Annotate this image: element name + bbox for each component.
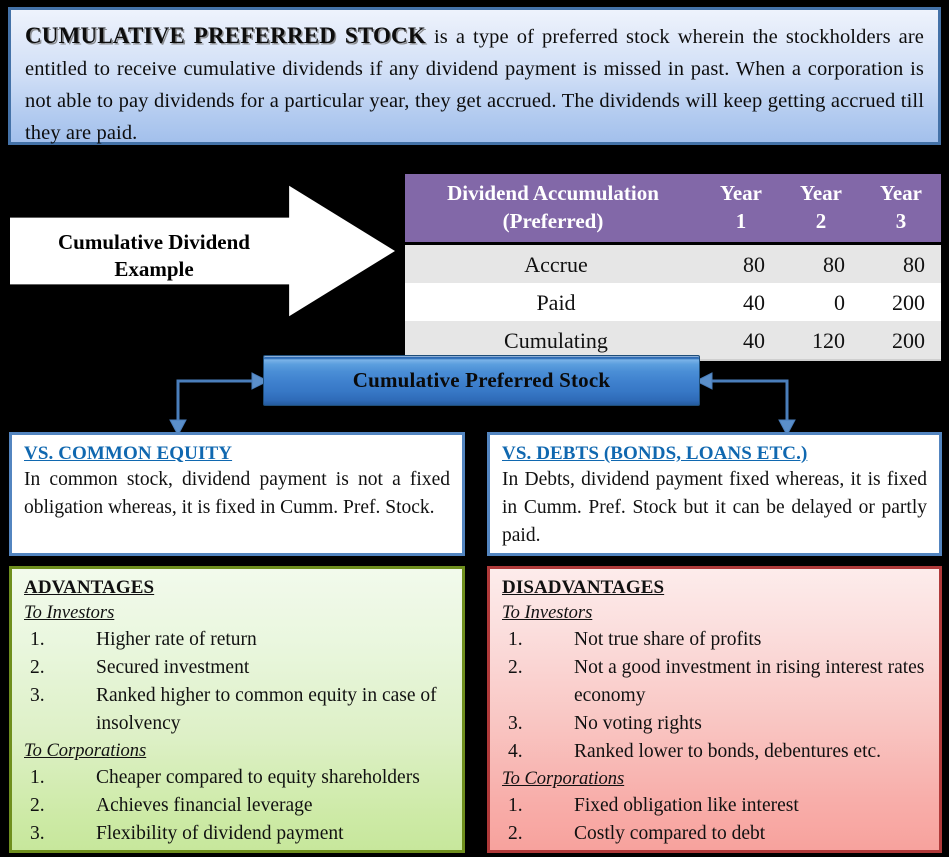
list-item-text: Not true share of profits bbox=[574, 629, 762, 650]
list-item: 3. No voting rights bbox=[502, 710, 929, 738]
table-header-metric: Dividend Accumulation (Preferred) bbox=[405, 174, 701, 245]
cumulative-dividend-example-arrow: Cumulative Dividend Example bbox=[10, 183, 395, 319]
year-word-1: Year bbox=[720, 181, 762, 205]
dividend-accumulation-table: Dividend Accumulation (Preferred) Year 1… bbox=[405, 174, 941, 361]
year-word-3: Year bbox=[880, 181, 922, 205]
advantages-corporations-title: To Corporations bbox=[24, 741, 147, 761]
table-header-row: Dividend Accumulation (Preferred) Year 1… bbox=[405, 174, 941, 245]
advantages-corporations-list: 1. Cheaper compared to equity shareholder… bbox=[24, 764, 452, 848]
list-item-index: 3. bbox=[508, 713, 523, 734]
disadvantages-corporations-list: 1. Fixed obligation like interest 2. Costl… bbox=[502, 792, 929, 848]
cumulating-year-3: 200 bbox=[861, 321, 941, 361]
year-word-2: Year bbox=[800, 181, 842, 205]
advantages-box: ADVANTAGES To Investors 1. Higher rate of… bbox=[9, 566, 465, 853]
table-header: Dividend Accumulation (Preferred) Year 1… bbox=[405, 174, 941, 245]
list-item-index: 2. bbox=[30, 657, 45, 678]
example-arrow-label: Cumulative Dividend Example bbox=[58, 230, 250, 281]
table-header-metric-line2: (Preferred) bbox=[502, 209, 604, 233]
list-item-text: Cheaper compared to equity shareholders bbox=[96, 767, 420, 788]
disadvantages-box: DISADVANTAGES To Investors 1. Not true sh… bbox=[487, 566, 942, 853]
center-banner-cumulative-preferred-stock: Cumulative Preferred Stock bbox=[263, 355, 700, 406]
vs-debts-body: In Debts, dividend payment fixed whereas… bbox=[502, 469, 927, 546]
list-item-text: Secured investment bbox=[96, 657, 250, 678]
list-item-index: 3. bbox=[30, 823, 45, 844]
list-item-text: Not a good investment in rising interest… bbox=[574, 657, 925, 706]
table-header-metric-line1: Dividend Accumulation bbox=[447, 181, 659, 205]
vs-debts-box: VS. DEBTS (BONDS, LOANS ETC.) In Debts, … bbox=[487, 432, 942, 556]
connector-left bbox=[169, 372, 270, 437]
year-number-3: 3 bbox=[895, 209, 907, 233]
list-item-index: 1. bbox=[30, 629, 45, 650]
advantages-investors-list: 1. Higher rate of return 2. Secured invest… bbox=[24, 626, 452, 738]
table-row: Paid 40 0 200 bbox=[405, 283, 941, 321]
vs-common-equity-box: VS. COMMON EQUITY In common stock, divid… bbox=[9, 432, 465, 556]
list-item: 1. Fixed obligation like interest bbox=[502, 792, 929, 820]
year-number-1: 1 bbox=[735, 209, 747, 233]
paid-year-2: 0 bbox=[781, 283, 861, 321]
list-item: 1. Not true share of profits bbox=[502, 626, 929, 654]
definition-lead-term: CUMULATIVE PREFERRED STOCK bbox=[25, 23, 426, 48]
infographic-canvas: CUMULATIVE PREFERRED STOCK is a type of … bbox=[0, 0, 949, 857]
definition-banner: CUMULATIVE PREFERRED STOCK is a type of … bbox=[8, 7, 941, 145]
list-item-index: 1. bbox=[30, 767, 45, 788]
paid-year-3: 200 bbox=[861, 283, 941, 321]
table-row: Accrue 80 80 80 bbox=[405, 243, 941, 283]
table-header-year-1: Year 1 bbox=[701, 174, 781, 245]
list-item-index: 2. bbox=[508, 823, 523, 844]
vs-debts-title: VS. DEBTS (BONDS, LOANS ETC.) bbox=[502, 443, 808, 464]
list-item: 3. Ranked higher to common equity in case… bbox=[24, 682, 452, 738]
list-item-text: Higher rate of return bbox=[96, 629, 257, 650]
list-item: 2. Achieves financial leverage bbox=[24, 792, 452, 820]
cumulating-year-2: 120 bbox=[781, 321, 861, 361]
disadvantages-investors-title: To Investors bbox=[502, 603, 593, 623]
list-item-index: 2. bbox=[30, 795, 45, 816]
list-item-index: 4. bbox=[508, 741, 523, 762]
list-item-index: 2. bbox=[508, 657, 523, 678]
accrue-year-1: 80 bbox=[701, 243, 781, 283]
connector-right bbox=[694, 372, 796, 437]
list-item-text: Costly compared to debt bbox=[574, 823, 766, 844]
list-item-text: Fixed obligation like interest bbox=[574, 795, 799, 816]
paid-year-1: 40 bbox=[701, 283, 781, 321]
table-header-year-2: Year 2 bbox=[781, 174, 861, 245]
year-number-2: 2 bbox=[815, 209, 827, 233]
accrue-year-2: 80 bbox=[781, 243, 861, 283]
list-item-text: No voting rights bbox=[574, 713, 702, 734]
list-item: 4. Ranked lower to bonds, debentures etc. bbox=[502, 738, 929, 766]
list-item-index: 3. bbox=[30, 685, 45, 706]
disadvantages-title: DISADVANTAGES bbox=[502, 577, 665, 598]
table-body: Accrue 80 80 80 Paid 40 0 200 Cumulating… bbox=[405, 243, 941, 361]
center-banner-label: Cumulative Preferred Stock bbox=[352, 368, 611, 392]
definition-text: CUMULATIVE PREFERRED STOCK is a type of … bbox=[25, 20, 924, 149]
disadvantages-investors-list: 1. Not true share of profits 2. Not a good… bbox=[502, 626, 929, 766]
list-item-text: Flexibility of dividend payment bbox=[96, 823, 344, 844]
list-item-text: Ranked lower to bonds, debentures etc. bbox=[574, 741, 882, 762]
list-item: 2. Not a good investment in rising intere… bbox=[502, 654, 929, 710]
disadvantages-corporations-title: To Corporations bbox=[502, 769, 625, 789]
list-item-index: 1. bbox=[508, 795, 523, 816]
vs-common-equity-title: VS. COMMON EQUITY bbox=[24, 443, 233, 464]
advantages-title: ADVANTAGES bbox=[24, 577, 155, 598]
table-header-year-3: Year 3 bbox=[861, 174, 941, 245]
row-label-paid: Paid bbox=[405, 283, 701, 321]
list-item: 3. Flexibility of dividend payment bbox=[24, 820, 452, 848]
accrue-year-3: 80 bbox=[861, 243, 941, 283]
vs-common-equity-body: In common stock, dividend payment is not… bbox=[24, 469, 450, 518]
list-item: 2. Costly compared to debt bbox=[502, 820, 929, 848]
list-item-index: 1. bbox=[508, 629, 523, 650]
list-item-text: Ranked higher to common equity in case o… bbox=[96, 685, 437, 734]
row-label-accrue: Accrue bbox=[405, 243, 701, 283]
list-item-text: Achieves financial leverage bbox=[96, 795, 313, 816]
list-item: 1. Cheaper compared to equity shareholder… bbox=[24, 764, 452, 792]
list-item: 2. Secured investment bbox=[24, 654, 452, 682]
list-item: 1. Higher rate of return bbox=[24, 626, 452, 654]
cumulating-year-1: 40 bbox=[701, 321, 781, 361]
advantages-investors-title: To Investors bbox=[24, 603, 115, 623]
